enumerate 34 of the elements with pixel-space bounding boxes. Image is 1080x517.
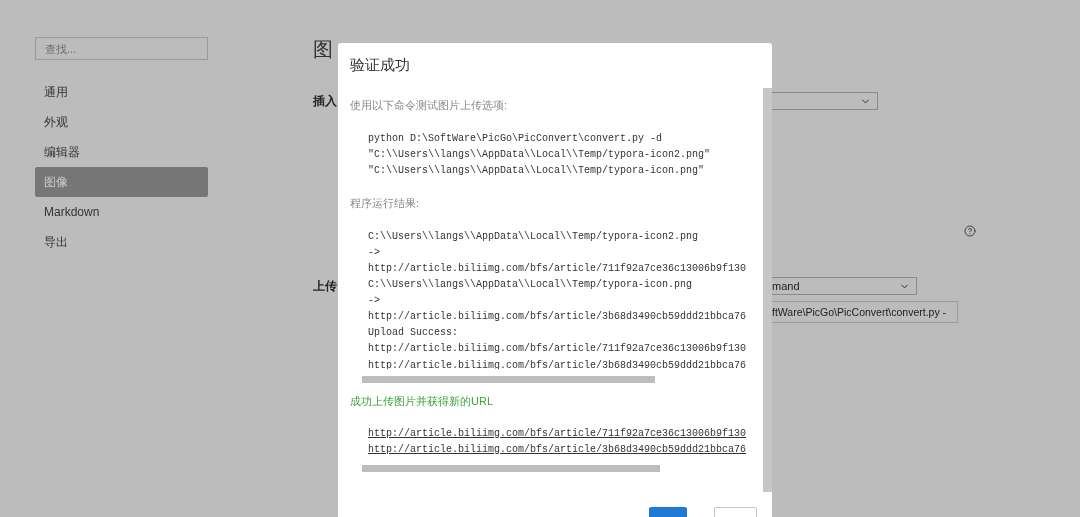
sidebar-item[interactable]: 外观: [35, 107, 208, 137]
code-line: python D:\SoftWare\PicGo\PicConvert\convert.py -d: [368, 132, 663, 146]
dropdown[interactable]: [772, 92, 878, 110]
output-line: http://article.biliimg.com/bfs/article/711f92a7ce36c13006b9f130: [368, 261, 747, 276]
help-icon[interactable]: [964, 225, 976, 237]
scrollbar[interactable]: [362, 376, 655, 383]
code-line: "C:\\Users\\langs\\AppData\\Local\\Temp/typora-icon.png": [368, 164, 705, 178]
url-link[interactable]: http://article.biliimg.com/bfs/article/711f92a7ce36c13006b9f130: [368, 426, 747, 442]
instruction-text: 使用以下命令测试图片上传选项:: [350, 98, 509, 113]
dropdown[interactable]: mand: [772, 277, 917, 295]
section-label: 程序运行结果:: [350, 195, 421, 211]
output-line: http://article.biliimg.com/bfs/article/3b68d3490cb59ddd21bbca76: [368, 358, 747, 369]
sidebar-item[interactable]: 编辑器: [35, 137, 208, 167]
url-link[interactable]: http://article.biliimg.com/bfs/article/3b68d3490cb59ddd21bbca76: [368, 442, 747, 457]
setting-label: 上传: [313, 277, 337, 295]
code-line: "C:\\Users\\langs\\AppData\\Local\\Temp/typora-icon2.png": [368, 148, 711, 163]
search-field[interactable]: 查找...: [35, 37, 208, 60]
command-field[interactable]: ftWare\PicGo\PicConvert\convert.py -: [772, 301, 958, 323]
sidebar-item[interactable]: Markdown: [35, 197, 208, 227]
page-title: 图: [313, 37, 333, 61]
dialog-title: 验证成功: [350, 55, 411, 75]
setting-label: 插入: [313, 92, 337, 110]
output-line: http://article.biliimg.com/bfs/article/711f92a7ce36c13006b9f130: [368, 342, 747, 357]
output-line: ->: [368, 294, 380, 309]
output-line: C:\\Users\\langs\\AppData\\Local\\Temp/typora-icon.png: [368, 278, 693, 293]
output-line: http://article.biliimg.com/bfs/article/3b68d3490cb59ddd21bbca76: [368, 310, 747, 325]
sidebar-item[interactable]: 通用: [35, 77, 208, 107]
scrollbar[interactable]: [362, 465, 660, 472]
sidebar-item[interactable]: 导出: [35, 227, 208, 257]
output-line: Upload Success:: [368, 326, 458, 341]
scrollbar[interactable]: [763, 88, 772, 492]
success-message: 成功上传图片并获得新的URL: [350, 394, 494, 409]
output-line: ->: [368, 245, 380, 260]
output-line: C:\\Users\\langs\\AppData\\Local\\Temp/typora-icon2.png: [368, 229, 699, 244]
